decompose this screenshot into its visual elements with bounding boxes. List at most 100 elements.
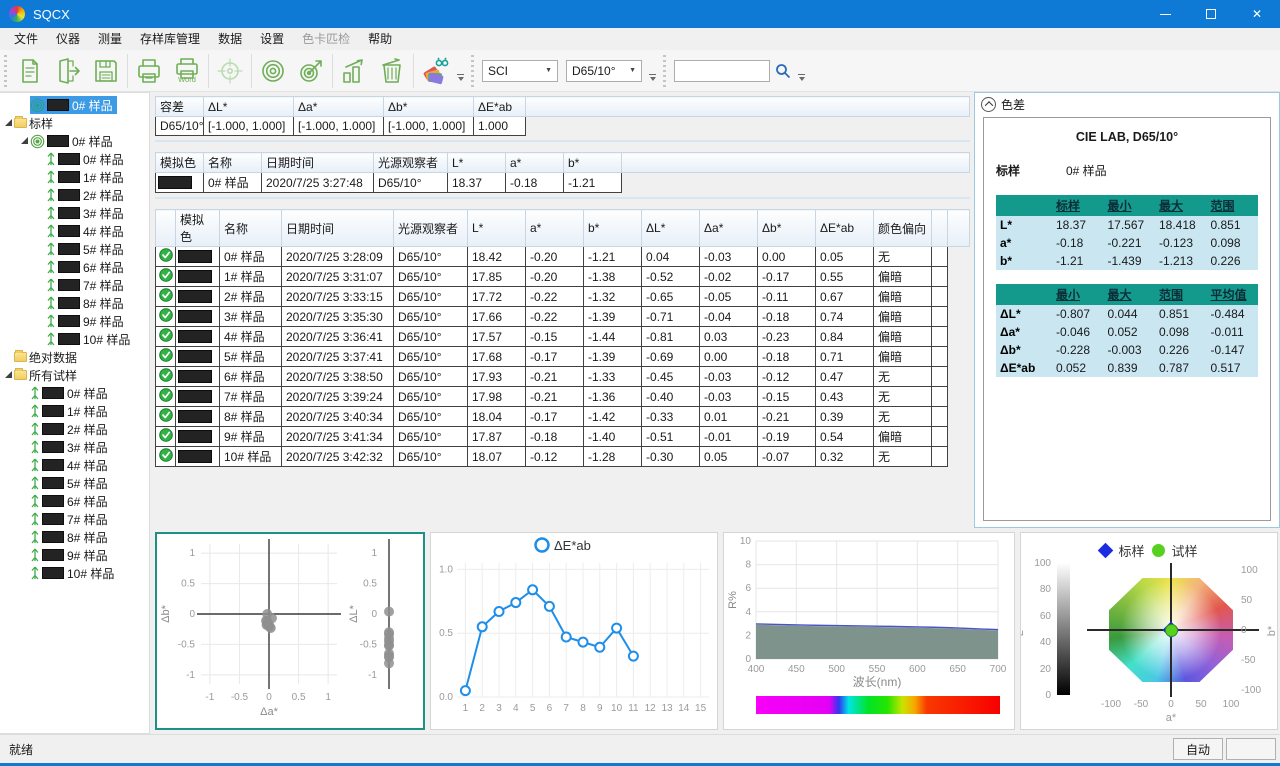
tolerance-row[interactable]: D65/10°[-1.000, 1.000][-1.000, 1.000][-1… [156,117,970,136]
tree-expander-icon[interactable] [20,136,30,146]
column-header[interactable]: b* [564,153,622,173]
column-header[interactable]: 光源观察者 [374,153,448,173]
tree-item[interactable]: 2# 样品 [0,186,149,204]
tree-item[interactable]: 7# 样品 [0,510,149,528]
column-header[interactable]: L* [448,153,506,173]
search-icon[interactable] [775,63,791,79]
sample-row[interactable]: 6# 样品2020/7/25 3:38:50D65/10°17.93-0.21-… [156,367,970,387]
tree-expander-icon[interactable] [4,118,14,128]
column-header[interactable]: 日期时间 [282,210,394,247]
tree-item[interactable]: 10# 样品 [0,564,149,582]
print-button[interactable] [130,52,168,90]
sample-row[interactable]: 9# 样品2020/7/25 3:41:34D65/10°17.87-0.18-… [156,427,970,447]
trash-button[interactable] [373,52,411,90]
column-header[interactable]: Δa* [700,210,758,247]
tree-item[interactable]: 9# 样品 [0,546,149,564]
tree-item[interactable]: 8# 样品 [0,294,149,312]
column-header[interactable] [932,210,948,247]
scatter-chart-panel[interactable]: -1-1-0.5-0.5000.50.511Δa*Δb*-1-0.500.51Δ… [155,532,425,730]
sample-row[interactable]: 5# 样品2020/7/25 3:37:41D65/10°17.68-0.17-… [156,347,970,367]
measure-standard-button[interactable] [254,52,292,90]
standard-row[interactable]: 0# 样品2020/7/25 3:27:48D65/10°18.37-0.18-… [156,173,970,193]
tree-item[interactable]: 0# 样品 [0,150,149,168]
tree-item[interactable]: 4# 样品 [0,456,149,474]
column-header[interactable]: L* [468,210,526,247]
column-header[interactable]: Δb* [384,97,474,117]
column-header[interactable]: 名称 [204,153,262,173]
print-word-button[interactable]: Word [168,52,206,90]
export-button[interactable] [49,52,87,90]
column-header[interactable]: a* [526,210,584,247]
menu-item[interactable]: 文件 [5,28,47,50]
toolbar-overflow-button[interactable] [454,53,467,89]
spectral-chart-panel[interactable]: 0246810400450500550600650700R%波长(nm) [723,532,1015,730]
measure-sample-button[interactable] [292,52,330,90]
column-header[interactable]: 模拟色 [156,153,204,173]
column-header[interactable]: ΔE*ab [816,210,874,247]
column-header[interactable] [948,210,970,247]
column-header[interactable]: ΔL* [204,97,294,117]
column-header[interactable]: ΔL* [642,210,700,247]
column-header[interactable]: 颜色偏向 [874,210,932,247]
tree-item[interactable]: 绝对数据 [0,348,149,366]
menu-item[interactable]: 帮助 [359,28,401,50]
tree-item[interactable]: 1# 样品 [0,402,149,420]
tree-item[interactable]: 2# 样品 [0,420,149,438]
toolbar-overflow-button[interactable] [795,53,808,89]
column-header[interactable]: 名称 [220,210,282,247]
search-input[interactable] [674,60,770,82]
chart-button[interactable] [335,52,373,90]
column-header[interactable]: 日期时间 [262,153,374,173]
column-header[interactable] [526,97,970,117]
toolbar-grip[interactable] [471,55,474,87]
tree-item[interactable]: 0# 样品 [0,384,149,402]
column-header[interactable]: b* [584,210,642,247]
tree-item[interactable]: 0# 样品 [0,132,149,150]
tree-item[interactable]: 4# 样品 [0,222,149,240]
tree-item[interactable]: 标样 [0,114,149,132]
lab-wheel-chart-panel[interactable]: 标样 试样 100806040200L*100500-50-100b*-100-… [1020,532,1278,730]
color-card-search-button[interactable] [416,52,454,90]
save-button[interactable] [87,52,125,90]
toolbar-grip[interactable] [663,55,666,87]
sample-row[interactable]: 7# 样品2020/7/25 3:39:24D65/10°17.98-0.21-… [156,387,970,407]
column-header[interactable]: 容差 [156,97,204,117]
column-header[interactable]: Δa* [294,97,384,117]
tree-expander-icon[interactable] [4,370,14,380]
auto-mode-button[interactable]: 自动 [1173,738,1223,760]
menu-item[interactable]: 存样库管理 [131,28,209,50]
toolbar-overflow-button[interactable] [646,53,659,89]
sample-row[interactable]: 3# 样品2020/7/25 3:35:30D65/10°17.66-0.22-… [156,307,970,327]
sample-row[interactable]: 4# 样品2020/7/25 3:36:41D65/10°17.57-0.15-… [156,327,970,347]
menu-item[interactable]: 测量 [89,28,131,50]
collapse-panel-button[interactable] [981,97,996,112]
column-header[interactable] [156,210,176,247]
tree-item[interactable]: 1# 样品 [0,168,149,186]
maximize-button[interactable] [1188,0,1234,28]
tree-item[interactable]: 9# 样品 [0,312,149,330]
column-header[interactable]: 模拟色 [176,210,220,247]
tree-item[interactable]: 所有试样 [0,366,149,384]
toolbar-grip[interactable] [4,55,7,87]
tree-item[interactable]: 0# 样品 [0,96,149,114]
tree-item[interactable]: 6# 样品 [0,492,149,510]
close-button[interactable]: ✕ [1234,0,1280,28]
menu-item[interactable]: 仪器 [47,28,89,50]
sample-row[interactable]: 2# 样品2020/7/25 3:33:15D65/10°17.72-0.22-… [156,287,970,307]
tree-item[interactable]: 5# 样品 [0,240,149,258]
column-header[interactable]: ΔE*ab [474,97,526,117]
tree-item[interactable]: 3# 样品 [0,438,149,456]
menu-item[interactable]: 数据 [209,28,251,50]
tree-item[interactable]: 5# 样品 [0,474,149,492]
column-header[interactable]: 光源观察者 [394,210,468,247]
column-header[interactable]: Δb* [758,210,816,247]
tree-item[interactable]: 8# 样品 [0,528,149,546]
illuminant-select[interactable]: D65/10°▼ [566,60,642,82]
tree-item[interactable]: 6# 样品 [0,258,149,276]
delta-e-chart-panel[interactable]: 0.00.51.0123456789101112131415ΔE*ab [430,532,718,730]
sample-row[interactable]: 0# 样品2020/7/25 3:28:09D65/10°18.42-0.20-… [156,247,970,267]
menu-item[interactable]: 设置 [251,28,293,50]
sample-row[interactable]: 8# 样品2020/7/25 3:40:34D65/10°18.04-0.17-… [156,407,970,427]
minimize-button[interactable] [1142,0,1188,28]
tree-item[interactable]: 7# 样品 [0,276,149,294]
